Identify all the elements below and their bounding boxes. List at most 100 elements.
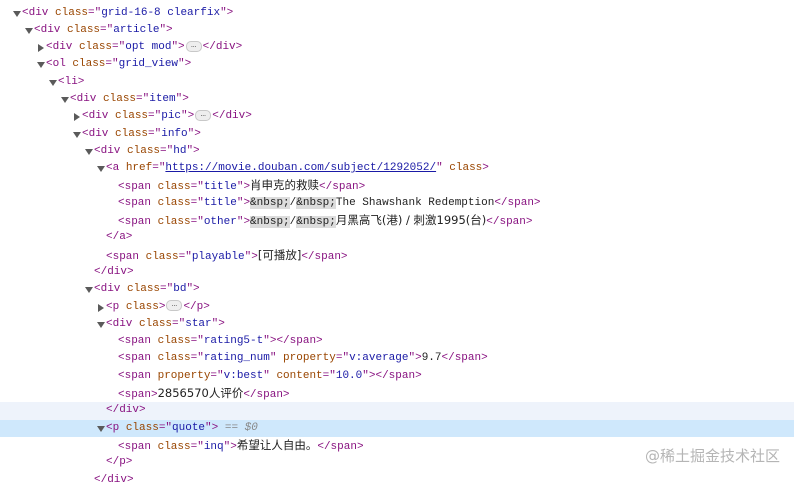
attribute-link[interactable]: https://movie.douban.com/subject/1292052… bbox=[165, 162, 436, 174]
dom-node-row[interactable]: <span class="playable">[可播放]</span> bbox=[0, 247, 794, 264]
dom-node-row[interactable]: <span property="v:best" content="10.0"><… bbox=[0, 368, 794, 385]
dom-node-row[interactable]: <div class="item"> bbox=[0, 91, 794, 108]
tag-token: " bbox=[436, 162, 450, 175]
attribute-value: article bbox=[113, 23, 160, 36]
tag-token: =" bbox=[148, 110, 162, 123]
attribute-name: class bbox=[103, 92, 137, 105]
node-markup: <div class="pic">… </div> bbox=[82, 108, 252, 125]
attribute-name: content bbox=[276, 369, 323, 382]
tag-token: </span> bbox=[486, 216, 533, 229]
tag-token: <ol bbox=[46, 58, 73, 71]
tag-token: "> bbox=[205, 421, 219, 434]
text-node: 肖申克的救赎 bbox=[250, 178, 320, 193]
attribute-name: property bbox=[157, 369, 211, 382]
expand-triangle-icon[interactable] bbox=[72, 108, 82, 125]
collapse-triangle-icon[interactable] bbox=[72, 126, 82, 143]
dom-node-row[interactable]: <span class="other">&nbsp;/&nbsp;月黑高飞(港)… bbox=[0, 212, 794, 229]
expand-ellipsis-button[interactable]: … bbox=[195, 109, 212, 121]
attribute-name: class bbox=[67, 23, 101, 36]
attribute-name: class bbox=[127, 144, 161, 157]
tag-token: =" bbox=[112, 41, 126, 54]
collapse-triangle-icon[interactable] bbox=[96, 316, 106, 333]
node-markup: <span class="title">&nbsp;/&nbsp;The Sha… bbox=[118, 195, 541, 212]
dom-node-row[interactable]: <span class="title">肖申克的救赎</span> bbox=[0, 177, 794, 194]
dom-node-row[interactable]: <div class="pic">… </div> bbox=[0, 108, 794, 125]
attribute-name: class bbox=[72, 58, 106, 71]
attribute-value: v:best bbox=[223, 369, 264, 382]
tag-token: =" bbox=[322, 369, 336, 382]
node-markup: <a href="https://movie.douban.com/subjec… bbox=[106, 160, 489, 177]
tag-token: </a> bbox=[106, 231, 133, 244]
node-markup: <span class="rating_num" property="v:ave… bbox=[118, 350, 488, 367]
dom-node-row[interactable]: <div class="info"> bbox=[0, 126, 794, 143]
tag-token: </span> bbox=[494, 196, 541, 209]
dom-node-row[interactable]: <ol class="grid_view"> bbox=[0, 56, 794, 73]
tag-token: </div> bbox=[212, 110, 252, 123]
expand-triangle-icon[interactable] bbox=[96, 299, 106, 316]
dom-node-row[interactable]: </div> bbox=[0, 472, 794, 489]
tag-token: <div bbox=[34, 23, 68, 36]
tag-token: <div bbox=[94, 144, 128, 157]
dom-node-row[interactable]: <span class="rating_num" property="v:ave… bbox=[0, 350, 794, 367]
dom-node-row[interactable]: <a href="https://movie.douban.com/subjec… bbox=[0, 160, 794, 177]
elements-tree[interactable]: <div class="grid-16-8 clearfix"> <div cla… bbox=[0, 5, 794, 489]
collapse-triangle-icon[interactable] bbox=[60, 91, 70, 108]
tag-token: =" bbox=[136, 92, 150, 105]
attribute-name: class bbox=[79, 41, 113, 54]
collapse-triangle-icon[interactable] bbox=[96, 420, 106, 437]
tag-token: <span bbox=[118, 440, 158, 453]
attribute-value: rating5-t bbox=[203, 335, 264, 348]
collapse-triangle-icon[interactable] bbox=[84, 281, 94, 298]
attribute-name: class bbox=[115, 127, 149, 140]
node-markup: </div> bbox=[94, 264, 134, 281]
collapse-triangle-icon[interactable] bbox=[36, 56, 46, 73]
dom-node-row[interactable]: <div class="opt mod">… </div> bbox=[0, 39, 794, 56]
attribute-value: rating_num bbox=[203, 352, 270, 365]
attribute-value: other bbox=[203, 216, 237, 229]
collapse-triangle-icon[interactable] bbox=[48, 74, 58, 91]
tag-token: "> bbox=[159, 23, 173, 36]
tag-token: <div bbox=[82, 110, 116, 123]
expand-ellipsis-button[interactable]: … bbox=[166, 300, 183, 312]
tag-token: </div> bbox=[94, 265, 134, 278]
expand-triangle-icon[interactable] bbox=[36, 39, 46, 56]
expand-ellipsis-button[interactable]: … bbox=[185, 40, 202, 52]
tag-token: </p> bbox=[183, 300, 210, 313]
dom-node-row[interactable]: <div class="star"> bbox=[0, 316, 794, 333]
tag-token: "> bbox=[171, 41, 185, 54]
dom-node-row[interactable]: <li> bbox=[0, 74, 794, 91]
collapse-triangle-icon[interactable] bbox=[96, 160, 106, 177]
tag-token: <li> bbox=[58, 75, 85, 88]
dom-node-row[interactable]: <div class="hd"> bbox=[0, 143, 794, 160]
attribute-value: pic bbox=[161, 110, 182, 123]
dom-node-row[interactable]: </a> bbox=[0, 229, 794, 246]
dom-node-row[interactable]: <div class="grid-16-8 clearfix"> bbox=[0, 5, 794, 22]
tag-token: "></span> bbox=[362, 369, 422, 382]
dom-node-row[interactable]: <div class="bd"> bbox=[0, 281, 794, 298]
dom-node-row[interactable]: <span class="title">&nbsp;/&nbsp;The Sha… bbox=[0, 195, 794, 212]
dom-node-row[interactable]: </div> bbox=[0, 402, 794, 420]
dom-node-row-selected[interactable]: <p class="quote"> == $0 bbox=[0, 419, 794, 437]
node-markup: </a> bbox=[106, 229, 132, 246]
tag-token: =" bbox=[152, 162, 166, 175]
tag-token: </span> bbox=[301, 250, 348, 263]
tag-token: =" bbox=[160, 283, 174, 296]
dom-node-row[interactable]: <div class="article"> bbox=[0, 22, 794, 39]
dom-node-row[interactable]: <p class>… </p> bbox=[0, 299, 794, 316]
tag-token: <p bbox=[106, 421, 126, 434]
attribute-name: class bbox=[157, 352, 191, 365]
tag-token: =" bbox=[190, 181, 204, 194]
collapse-triangle-icon[interactable] bbox=[84, 143, 94, 160]
collapse-triangle-icon[interactable] bbox=[12, 5, 22, 22]
dom-node-row[interactable]: </div> bbox=[0, 264, 794, 281]
text-node: 2856570人评价 bbox=[157, 386, 244, 401]
selected-marker: == $0 bbox=[218, 421, 258, 434]
tag-token: <span bbox=[106, 250, 146, 263]
collapse-triangle-icon[interactable] bbox=[24, 22, 34, 39]
dom-node-row[interactable]: <span class="rating5-t"></span> bbox=[0, 333, 794, 350]
tag-token: "> bbox=[175, 92, 189, 105]
attribute-name: href bbox=[125, 162, 153, 175]
tag-token: <span> bbox=[118, 389, 158, 402]
dom-node-row[interactable]: <span>2856570人评价</span> bbox=[0, 385, 794, 402]
tag-token: "> bbox=[223, 440, 237, 453]
